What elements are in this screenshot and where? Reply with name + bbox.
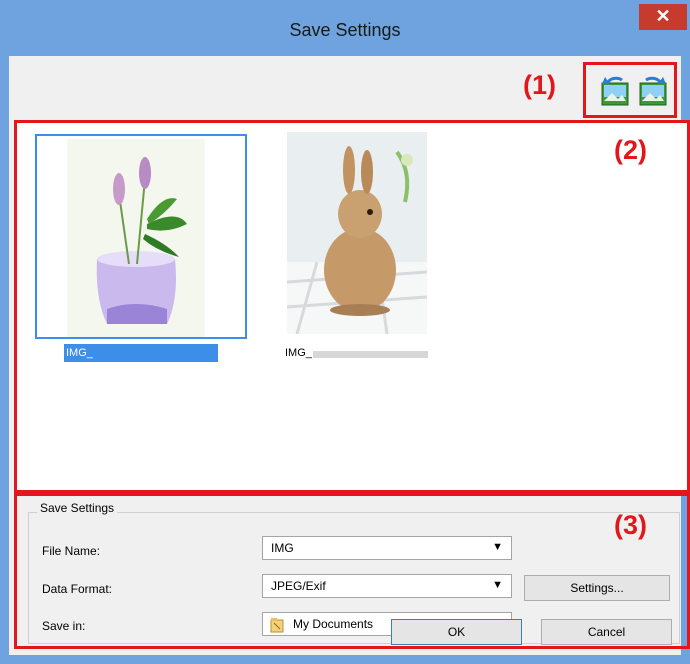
file-name-combobox[interactable]: IMG ▼ xyxy=(262,536,512,560)
dialog-window: Save Settings ✕ (1) (2) IMG_ IMG_ Save S… xyxy=(0,0,690,664)
save-settings-group-title: Save Settings xyxy=(37,501,118,515)
folder-icon xyxy=(270,618,284,633)
rotate-toolbar xyxy=(583,62,677,118)
save-in-value: My Documents xyxy=(293,617,374,631)
rotate-right-icon xyxy=(639,76,667,106)
data-format-combobox[interactable]: JPEG/Exif ▼ xyxy=(262,574,512,598)
file-name-label: File Name: xyxy=(42,544,101,558)
callout-3: (3) xyxy=(614,510,647,540)
thumbnail-2-caption[interactable]: IMG_ xyxy=(285,347,312,359)
rotate-left-icon xyxy=(601,76,629,106)
chevron-down-icon: ▼ xyxy=(492,541,503,553)
thumbnail-2-caption-redaction xyxy=(313,351,428,358)
data-format-value: JPEG/Exif xyxy=(271,579,326,593)
settings-button[interactable]: Settings... xyxy=(524,575,670,601)
flower-vase-thumbnail[interactable] xyxy=(67,139,205,337)
ok-button[interactable]: OK xyxy=(391,619,522,645)
save-in-label: Save in: xyxy=(42,619,86,633)
window-title: Save Settings xyxy=(289,20,401,40)
callout-1: (1) xyxy=(523,70,556,100)
cancel-button[interactable]: Cancel xyxy=(541,619,672,645)
thumbnail-area: (2) IMG_ IMG_ xyxy=(14,120,690,493)
rotate-left-button[interactable] xyxy=(596,73,632,109)
close-button[interactable]: ✕ xyxy=(639,4,687,30)
data-format-label: Data Format: xyxy=(42,582,113,596)
title-bar: Save Settings ✕ xyxy=(0,0,690,56)
thumbnail-1-caption[interactable]: IMG_ xyxy=(64,344,218,362)
rabbit-thumbnail[interactable] xyxy=(287,132,427,334)
rotate-right-button[interactable] xyxy=(636,73,672,109)
callout-2: (2) xyxy=(614,135,647,165)
dialog-client-area: (1) (2) IMG_ IMG_ Save Settings (3) File… xyxy=(9,56,690,655)
chevron-down-icon: ▼ xyxy=(492,579,503,591)
file-name-value: IMG xyxy=(271,541,294,555)
